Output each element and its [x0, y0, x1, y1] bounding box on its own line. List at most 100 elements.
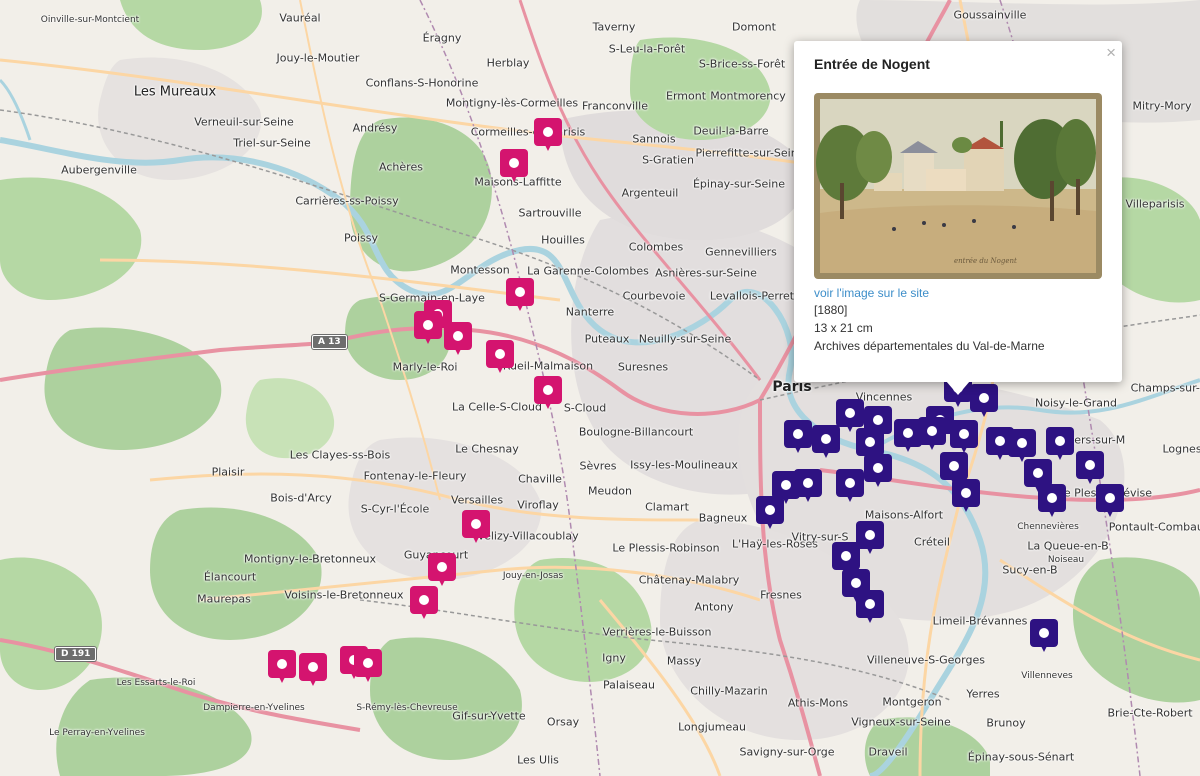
map-marker-navy[interactable] — [952, 479, 980, 515]
marker-tip — [363, 672, 373, 682]
marker-dot — [959, 429, 969, 439]
map-marker-pink[interactable] — [462, 510, 490, 546]
map-marker-navy[interactable] — [1030, 619, 1058, 655]
marker-dot — [308, 662, 318, 672]
marker-tip — [961, 502, 971, 512]
marker-tip — [437, 576, 447, 586]
marker-dot — [509, 158, 519, 168]
marker-tip — [793, 443, 803, 453]
marker-tip — [543, 399, 553, 409]
popup-close-button[interactable]: × — [1106, 43, 1116, 63]
marker-dot — [419, 595, 429, 605]
marker-tip — [821, 448, 831, 458]
map-marker-pink[interactable] — [299, 653, 327, 689]
map-marker-navy[interactable] — [950, 420, 978, 456]
marker-dot — [543, 127, 553, 137]
marker-tip — [1039, 642, 1049, 652]
map-marker-navy[interactable] — [1076, 451, 1104, 487]
marker-dot — [949, 461, 959, 471]
marker-dot — [873, 463, 883, 473]
map-marker-pink[interactable] — [500, 149, 528, 185]
road-shield-d191: D 191 — [55, 647, 97, 661]
popup-dimensions: 13 x 21 cm — [814, 321, 873, 335]
marker-dot — [865, 599, 875, 609]
marker-dot — [1105, 493, 1115, 503]
marker-tip — [419, 609, 429, 619]
map-marker-navy[interactable] — [970, 384, 998, 420]
marker-tip — [453, 345, 463, 355]
road-shield-a13: A 13 — [312, 335, 347, 349]
map-marker-navy[interactable] — [856, 590, 884, 626]
marker-dot — [927, 426, 937, 436]
marker-tip — [509, 172, 519, 182]
map-marker-pink[interactable] — [444, 322, 472, 358]
marker-tip — [903, 442, 913, 452]
marker-dot — [961, 488, 971, 498]
marker-dot — [1033, 468, 1043, 478]
marker-dot — [423, 320, 433, 330]
marker-tip — [865, 544, 875, 554]
marker-tip — [495, 363, 505, 373]
map-marker-navy[interactable] — [812, 425, 840, 461]
map-marker-pink[interactable] — [414, 311, 442, 347]
map-marker-pink[interactable] — [506, 278, 534, 314]
marker-tip — [845, 492, 855, 502]
marker-dot — [1047, 493, 1057, 503]
marker-dot — [543, 385, 553, 395]
marker-dot — [865, 437, 875, 447]
marker-dot — [1017, 438, 1027, 448]
marker-tip — [979, 407, 989, 417]
marker-tip — [995, 450, 1005, 460]
marker-dot — [453, 331, 463, 341]
marker-tip — [423, 334, 433, 344]
marker-dot — [471, 519, 481, 529]
map-marker-navy[interactable] — [856, 521, 884, 557]
marker-tip — [515, 301, 525, 311]
marker-dot — [845, 478, 855, 488]
map-marker-navy[interactable] — [794, 469, 822, 505]
marker-tip — [953, 397, 963, 407]
map-marker-pink[interactable] — [486, 340, 514, 376]
marker-dot — [873, 415, 883, 425]
photo-caption: entrée du Nogent — [954, 257, 1017, 265]
map-marker-navy[interactable] — [756, 496, 784, 532]
marker-dot — [495, 349, 505, 359]
marker-tip — [277, 673, 287, 683]
marker-dot — [995, 436, 1005, 446]
marker-dot — [1039, 628, 1049, 638]
marker-dot — [903, 428, 913, 438]
watercolor-image: entrée du Nogent — [814, 93, 1102, 279]
map-marker-navy[interactable] — [1096, 484, 1124, 520]
map-marker-navy[interactable] — [1038, 484, 1066, 520]
map-marker-pink[interactable] — [428, 553, 456, 589]
map-marker-navy[interactable] — [836, 469, 864, 505]
map-marker-navy[interactable] — [918, 417, 946, 453]
marker-tip — [765, 519, 775, 529]
map-marker-pink[interactable] — [268, 650, 296, 686]
map-marker-navy[interactable] — [1046, 427, 1074, 463]
marker-dot — [781, 480, 791, 490]
marker-tip — [1105, 507, 1115, 517]
marker-tip — [803, 492, 813, 502]
popup-photo[interactable]: entrée du Nogent — [814, 93, 1102, 279]
marker-dot — [803, 478, 813, 488]
image-popup: × Entrée de Nogent entrée du Nogent voir… — [794, 41, 1122, 395]
marker-dot — [821, 434, 831, 444]
marker-dot — [865, 530, 875, 540]
marker-dot — [277, 659, 287, 669]
map-marker-pink[interactable] — [534, 118, 562, 154]
marker-dot — [793, 429, 803, 439]
map-marker-pink[interactable] — [534, 376, 562, 412]
marker-tip — [1085, 474, 1095, 484]
map-marker-pink[interactable] — [410, 586, 438, 622]
marker-tip — [865, 613, 875, 623]
view-image-link[interactable]: voir l'image sur le site — [814, 286, 929, 300]
marker-tip — [873, 477, 883, 487]
map-marker-pink[interactable] — [354, 649, 382, 685]
marker-tip — [308, 676, 318, 686]
marker-tip — [927, 440, 937, 450]
map-marker-navy[interactable] — [864, 454, 892, 490]
map-marker-navy[interactable] — [784, 420, 812, 456]
marker-tip — [1047, 507, 1057, 517]
marker-dot — [363, 658, 373, 668]
